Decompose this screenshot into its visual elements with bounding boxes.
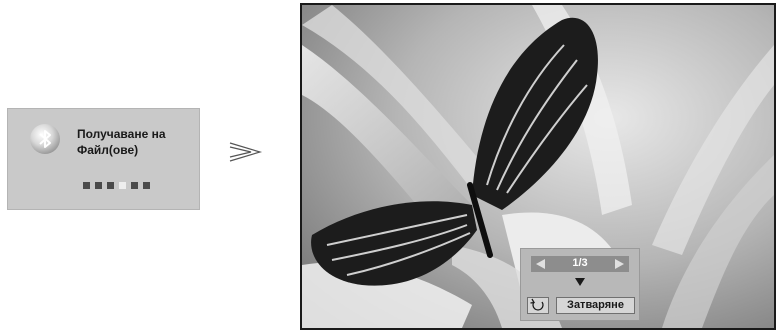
double-chevron-right-icon [229,141,263,168]
rotate-icon [530,298,544,311]
bluetooth-icon [30,124,60,154]
rotate-button[interactable] [527,297,549,314]
close-button[interactable]: Затваряне [556,297,635,314]
viewer-control-panel: 1/3 Затваряне [520,248,640,321]
tv-screen: 1/3 Затваряне [300,3,776,330]
progress-dot [107,182,114,189]
progress-dot [83,182,90,189]
triangle-down-icon [575,278,585,286]
progress-dot-active [119,182,126,189]
page-navigator: 1/3 [531,256,629,272]
progress-dot [131,182,138,189]
receive-file-dialog: Получаване на Файл(ове) [7,108,200,210]
progress-dot [95,182,102,189]
dialog-title: Получаване на Файл(ове) [77,127,166,157]
progress-dot [143,182,150,189]
triangle-right-icon[interactable] [615,259,624,269]
progress-indicator [83,182,150,189]
